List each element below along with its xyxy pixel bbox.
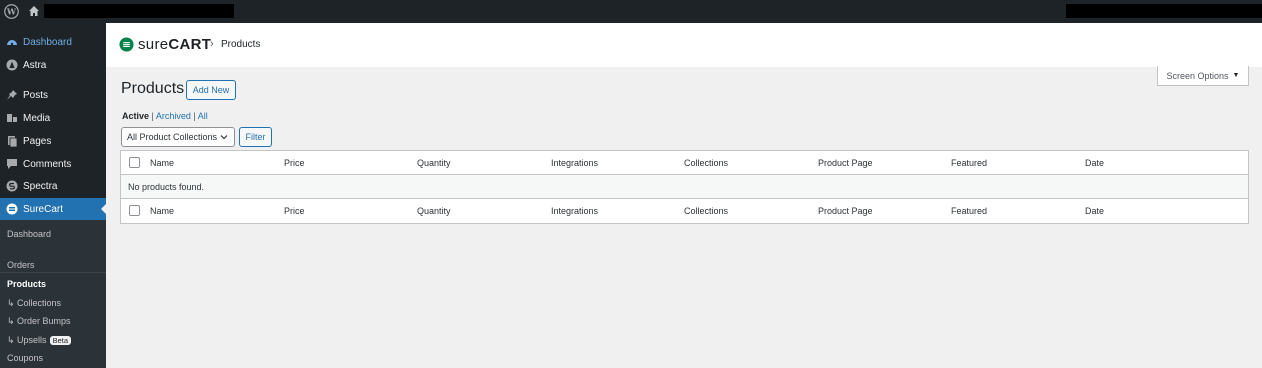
chevron-down-icon [220, 135, 228, 140]
column-footer-integrations: Integrations [551, 206, 599, 216]
astra-icon [6, 59, 18, 71]
sidebar-item-spectra[interactable]: Spectra [0, 175, 106, 197]
column-header-price: Price [284, 158, 305, 168]
products-table: Name Price Quantity Integrations Collect… [120, 150, 1249, 224]
collection-select[interactable]: All Product Collections [121, 127, 235, 147]
beta-badge: Beta [49, 336, 71, 345]
sidebar-item-label: Pages [23, 135, 52, 147]
submenu-item-collections[interactable]: ↳ Collections [7, 298, 61, 309]
table-header-row: Name Price Quantity Integrations Collect… [121, 151, 1248, 175]
status-filter-links: Active | Archived | All [122, 111, 208, 121]
home-icon[interactable] [28, 5, 40, 17]
filter-separator: | [193, 111, 196, 121]
filter-separator: | [151, 111, 154, 121]
screen-options-label: Screen Options [1166, 70, 1229, 81]
select-all-checkbox[interactable] [129, 205, 140, 216]
column-footer-date[interactable]: Date [1085, 206, 1104, 216]
table-empty-row: No products found. [121, 175, 1248, 199]
caret-down-icon: ▼ [1232, 72, 1240, 79]
sidebar-item-label: Spectra [23, 180, 58, 192]
submenu-item-products[interactable]: Products [7, 279, 46, 289]
table-footer-row: Name Price Quantity Integrations Collect… [121, 199, 1248, 223]
dashboard-icon [7, 40, 17, 46]
column-footer-price: Price [284, 206, 305, 216]
spectra-icon [6, 180, 18, 192]
column-footer-name[interactable]: Name [150, 206, 174, 216]
column-footer-quantity: Quantity [417, 206, 451, 216]
pin-icon [7, 90, 17, 100]
add-new-button[interactable]: Add New [186, 80, 236, 100]
page-title: Products [121, 80, 185, 97]
sidebar-item-pages[interactable]: Pages [0, 130, 106, 152]
site-name-redacted [44, 4, 234, 18]
pages-icon [8, 136, 18, 147]
submenu-item-orders[interactable]: Orders [7, 260, 35, 270]
select-all-checkbox[interactable] [129, 157, 140, 168]
submenu-item-dashboard[interactable]: Dashboard [7, 229, 51, 239]
column-footer-collections: Collections [684, 206, 729, 216]
column-header-name[interactable]: Name [150, 158, 174, 168]
filter-all[interactable]: All [198, 111, 208, 121]
submenu-item-upsells[interactable]: ↳ Upsells Beta [7, 335, 71, 346]
column-header-quantity: Quantity [417, 158, 451, 168]
breadcrumb-separator: › [210, 38, 214, 50]
surecart-header: sureCART › Products [106, 23, 1262, 67]
svg-text:W: W [6, 7, 17, 17]
submenu-item-label: ↳ Upsells [7, 335, 47, 345]
sidebar-item-label: Comments [23, 158, 72, 170]
sidebar-item-astra[interactable]: Astra [0, 54, 106, 76]
sidebar-item-label: Dashboard [23, 36, 72, 48]
collection-select-value: All Product Collections [127, 132, 218, 142]
sidebar-item-label: Astra [23, 59, 47, 71]
sidebar-item-surecart[interactable]: SureCart [0, 198, 106, 220]
submenu-divider [0, 272, 106, 273]
wordpress-logo-icon[interactable]: W [4, 4, 19, 19]
breadcrumb-current: Products [221, 39, 261, 50]
column-header-date[interactable]: Date [1085, 158, 1104, 168]
admin-bar: W [0, 0, 1262, 23]
column-footer-featured: Featured [951, 206, 988, 216]
sidebar-item-label: Posts [23, 89, 49, 101]
comments-icon [7, 159, 17, 169]
submenu-item-coupons[interactable]: Coupons [7, 353, 43, 363]
admin-sidebar: Dashboard Astra Posts Media Pages Commen… [0, 23, 106, 368]
filter-button[interactable]: Filter [239, 127, 272, 147]
empty-message: No products found. [128, 182, 205, 192]
sidebar-item-posts[interactable]: Posts [0, 84, 106, 106]
filter-archived[interactable]: Archived [156, 111, 191, 121]
sidebar-item-dashboard[interactable]: Dashboard [0, 31, 106, 53]
sidebar-item-label: SureCart [23, 203, 64, 215]
surecart-icon [6, 203, 18, 215]
media-icon [7, 114, 17, 122]
sidebar-item-comments[interactable]: Comments [0, 153, 106, 175]
submenu-item-order-bumps[interactable]: ↳ Order Bumps [7, 316, 71, 327]
column-header-collections: Collections [684, 158, 729, 168]
screen-options-button[interactable]: Screen Options ▼ [1157, 66, 1249, 86]
column-header-integrations: Integrations [551, 158, 599, 168]
column-header-featured: Featured [951, 158, 988, 168]
sidebar-item-media[interactable]: Media [0, 107, 106, 129]
column-footer-product-page: Product Page [818, 206, 873, 216]
account-redacted [1066, 4, 1262, 18]
surecart-logo-icon [119, 37, 134, 52]
column-header-product-page: Product Page [818, 158, 873, 168]
filter-active[interactable]: Active [122, 111, 149, 121]
sidebar-item-label: Media [23, 112, 51, 124]
surecart-logo-text: sureCART [138, 36, 212, 53]
